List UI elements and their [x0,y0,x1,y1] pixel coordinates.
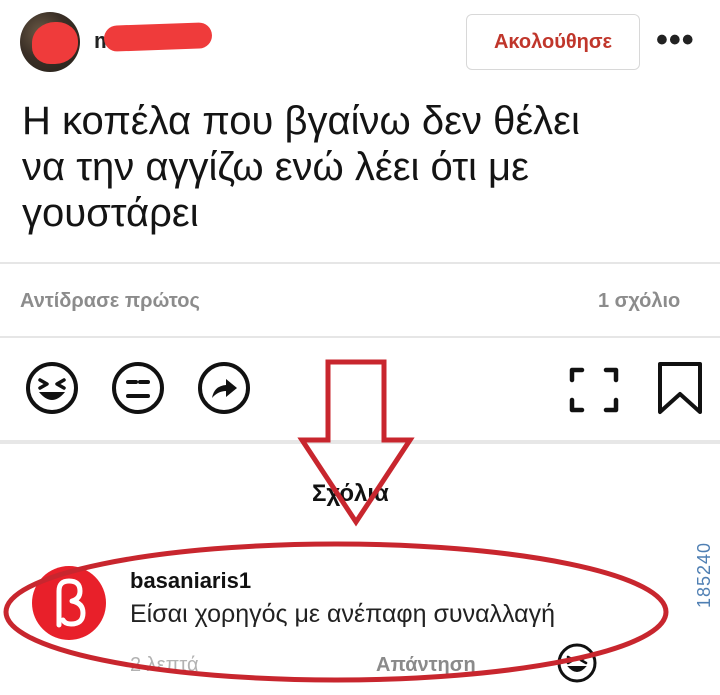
watermark: 185240 [694,541,714,608]
annotation-overlay [3,359,669,683]
annotation-arrow [297,359,415,527]
annotation-ellipse [3,541,669,683]
